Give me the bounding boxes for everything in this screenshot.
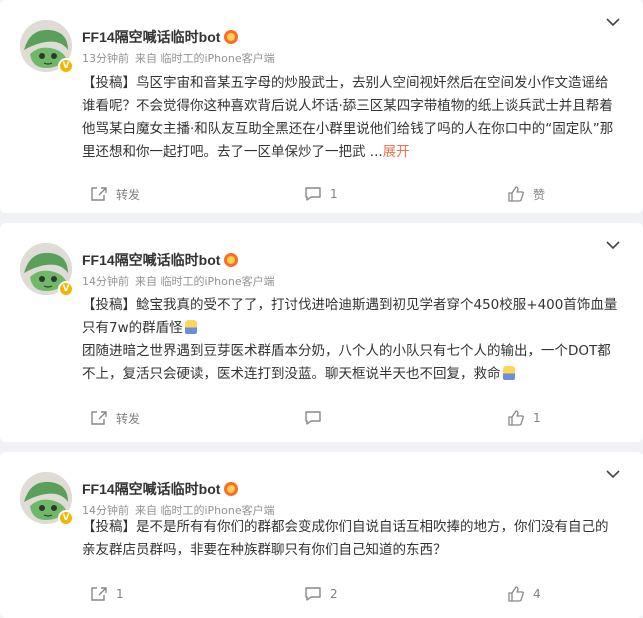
post-text-line: 团随进暗之世界遇到豆芽医术群盾本分奶，八个人的小队只有七个人的输出，一个DOT都… — [82, 343, 611, 382]
share-label: 转发 — [116, 187, 141, 202]
post-actions: 转发 1 — [0, 408, 643, 428]
like-button[interactable]: 1 — [507, 408, 541, 428]
post-text: 【投稿】是不是所有有你们的群都会变成你们自说自话互相吹捧的地方，你们没有自己的亲… — [82, 519, 609, 558]
post-time[interactable]: 14分钟前 — [82, 275, 129, 288]
share-button[interactable]: 转发 — [90, 408, 140, 428]
weibo-feed: V FF14隔空喊话临时bot 13分钟前 来自 临时工的iPhone客户端 【投… — [0, 0, 643, 618]
comment-button[interactable]: 1 — [304, 184, 338, 204]
like-button[interactable]: 赞 — [507, 184, 545, 204]
post-text: 【投稿】鲶宝我真的受不了了，打讨伐进哈迪斯遇到初见学者穿个450校服+400首饰… — [82, 294, 621, 386]
vip-crown-icon — [224, 482, 239, 496]
emoji-icon — [184, 320, 197, 334]
share-button[interactable]: 1 — [90, 584, 124, 604]
verified-badge-icon: V — [58, 510, 74, 526]
author-name[interactable]: FF14隔空喊话临时bot — [82, 27, 239, 47]
like-icon — [508, 410, 524, 426]
post-text: 【投稿】鸟区宇宙和音某五字母的炒股武士，去别人空间视奸然后在空间发小作文造谣给谁… — [82, 75, 614, 160]
like-button[interactable]: 4 — [507, 584, 541, 604]
post-card: V FF14隔空喊话临时bot 13分钟前 来自 临时工的iPhone客户端 【投… — [0, 0, 643, 213]
comment-button[interactable] — [304, 408, 330, 428]
post-meta: 14分钟前 来自 临时工的iPhone客户端 — [82, 273, 275, 289]
author-name[interactable]: FF14隔空喊话临时bot — [82, 250, 239, 270]
chevron-down-icon[interactable] — [605, 239, 621, 251]
post-card: V FF14隔空喊话临时bot 14分钟前 来自 临时工的iPhone客户端 【投… — [0, 452, 643, 618]
like-icon — [508, 186, 524, 202]
share-icon — [91, 187, 107, 201]
post-source: 来自 临时工的iPhone客户端 — [135, 275, 275, 288]
chevron-down-icon[interactable] — [605, 16, 621, 28]
post-card: V FF14隔空喊话临时bot 14分钟前 来自 临时工的iPhone客户端 【投… — [0, 223, 643, 442]
verified-badge-icon: V — [58, 281, 74, 297]
comment-icon — [305, 411, 321, 425]
like-label: 赞 — [533, 187, 546, 202]
like-count: 1 — [533, 411, 541, 425]
author-name[interactable]: FF14隔空喊话临时bot — [82, 479, 239, 499]
post-source: 来自 临时工的iPhone客户端 — [135, 52, 275, 65]
emoji-icon — [502, 366, 515, 380]
comment-icon — [305, 587, 321, 601]
comment-count: 2 — [330, 587, 338, 601]
comment-icon — [305, 187, 321, 201]
vip-crown-icon — [224, 30, 239, 44]
post-actions: 转发 1 赞 — [0, 184, 643, 204]
share-icon — [91, 587, 107, 601]
post-time[interactable]: 13分钟前 — [82, 52, 129, 65]
post-meta: 13分钟前 来自 临时工的iPhone客户端 — [82, 50, 275, 66]
share-icon — [91, 411, 107, 425]
comment-button[interactable]: 2 — [304, 584, 338, 604]
post-actions: 1 2 4 — [0, 584, 643, 604]
verified-badge-icon: V — [58, 58, 74, 74]
post-text-line: 【投稿】鲶宝我真的受不了了，打讨伐进哈迪斯遇到初见学者穿个450校服+400首饰… — [82, 297, 618, 336]
like-count: 4 — [533, 587, 541, 601]
share-button[interactable]: 转发 — [90, 184, 140, 204]
vip-crown-icon — [224, 253, 239, 267]
comment-count: 1 — [330, 187, 338, 201]
share-label: 转发 — [116, 411, 141, 426]
chevron-down-icon[interactable] — [605, 468, 621, 480]
expand-link[interactable]: 展开 — [383, 144, 410, 160]
like-icon — [508, 586, 524, 602]
share-count: 1 — [116, 587, 124, 601]
